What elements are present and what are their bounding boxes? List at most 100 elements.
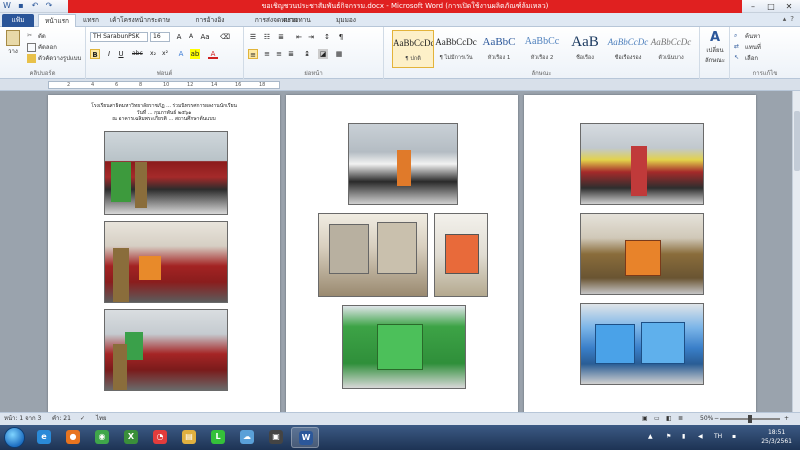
tab-file[interactable]: แฟ้ม [2,14,34,27]
style-heading-2[interactable]: AaBbCc หัวเรื่อง 2 [521,30,563,68]
font-name-box[interactable]: TH SarabunPSK [90,32,148,42]
taskbar-explorer-button[interactable]: ▤ [175,427,203,448]
save-icon[interactable]: ▪ [16,1,26,11]
vertical-scrollbar[interactable] [792,91,800,412]
tray-extra-icon[interactable]: ▪ [732,433,736,440]
borders-icon[interactable]: ▦ [334,49,344,59]
undo-icon[interactable]: ↶ [30,1,40,11]
start-button[interactable] [4,427,25,448]
bold-button[interactable]: B [90,49,100,59]
zoom-out-icon[interactable]: − [714,413,719,425]
change-case-icon[interactable]: Aa [200,32,210,42]
scrollbar-thumb[interactable] [794,111,800,171]
photo-group-visit[interactable] [348,123,458,205]
page-1[interactable]: โรงเรียนสาธิตมหาวิทยาลัยราชภัฏ ... ร่วมน… [48,95,280,412]
multilevel-list-icon[interactable]: ≣ [276,32,286,42]
numbering-icon[interactable]: ☷ [262,32,272,42]
minimize-ribbon-icon[interactable]: ▴ [783,15,787,23]
minimize-button[interactable]: – [744,0,762,13]
change-styles-button[interactable]: A เปลี่ยน ลักษณะ [702,30,728,65]
tray-flag-icon[interactable]: ⚑ [666,433,671,440]
outline-icon[interactable]: ≣ [678,413,683,425]
select-button[interactable]: ↖ เลือก [734,53,758,63]
tray-arrow-icon[interactable]: ▲ [648,433,653,440]
word-count[interactable]: คำ: 21 [52,413,71,425]
tab-insert[interactable]: แทรก [80,14,102,27]
strikethrough-button[interactable]: abc [132,49,143,59]
photo-scouts-display[interactable] [580,213,704,295]
style-normal[interactable]: AaBbCcDc ¶ ปกติ [392,30,434,68]
replace-button[interactable]: ⇄ แทนที่ [734,42,761,52]
clock[interactable]: 18:51 25/3/2561 [761,428,792,446]
language-indicator[interactable]: ไทย [96,413,107,425]
tab-references[interactable]: การอ้างอิง [192,14,228,27]
photo-project-board-2[interactable] [434,213,488,297]
input-lang-indicator[interactable]: TH [714,433,722,440]
web-layout-icon[interactable]: ◧ [666,413,672,425]
style-no-spacing[interactable]: AaBbCcDc ¶ ไม่มีการเว้น [435,30,477,68]
cut-button[interactable]: ✂ ตัด [27,31,46,41]
tab-view[interactable]: มุมมอง [332,14,360,27]
style-heading-1[interactable]: AaBbC หัวเรื่อง 1 [478,30,520,68]
grow-font-icon[interactable]: A [174,32,184,42]
copy-button[interactable]: คัดลอก [27,42,57,52]
print-layout-icon[interactable]: ▣ [642,413,648,425]
superscript-button[interactable]: x² [160,49,170,59]
shading-icon[interactable]: ◪ [318,49,328,59]
page-3[interactable] [524,95,756,412]
maximize-button[interactable]: □ [762,0,780,13]
taskbar-app-o-button[interactable]: ◔ [146,427,174,448]
bullets-icon[interactable]: ☰ [248,32,258,42]
taskbar-network-button[interactable]: ☁ [233,427,261,448]
find-button[interactable]: ⌕ ค้นหา [734,31,760,41]
italic-button[interactable]: I [104,49,114,59]
photo-students-exhibit-1[interactable] [104,131,228,215]
photo-project-board-1[interactable] [318,213,428,297]
word-app-icon[interactable]: W [2,1,12,11]
redo-icon[interactable]: ↷ [44,1,54,11]
page-count[interactable]: หน้า: 1 จาก 3 [4,413,41,425]
clear-format-icon[interactable]: ⌫ [220,32,230,42]
underline-button[interactable]: U [116,49,126,59]
text-effects-icon[interactable]: A [176,49,186,59]
network-icon[interactable]: ▮ [682,433,685,440]
close-button[interactable]: ✕ [780,0,798,13]
proofing-icon[interactable]: ✓ [80,413,85,425]
align-center-button[interactable]: ≡ [262,49,272,59]
taskbar-chrome-button[interactable]: ◉ [88,427,116,448]
shrink-font-icon[interactable]: A [186,32,196,42]
taskbar-media-button[interactable]: ▣ [262,427,290,448]
justify-button[interactable]: ≣ [286,49,296,59]
taskbar-excel-tool-button[interactable]: X [117,427,145,448]
page-1-caption[interactable]: โรงเรียนสาธิตมหาวิทยาลัยราชภัฏ ... ร่วมน… [48,103,280,123]
font-size-box[interactable]: 16 [150,32,170,42]
highlight-icon[interactable]: ab [190,49,200,59]
photo-students-exhibit-2[interactable] [104,221,228,303]
format-painter-button[interactable]: ตัวคัดวางรูปแบบ [27,53,81,63]
tab-page-layout[interactable]: เค้าโครงหน้ากระดาษ [108,14,172,27]
paste-button[interactable]: วาง [4,30,22,60]
help-icon[interactable]: ? [790,15,794,23]
photo-visitors-booth[interactable] [580,123,704,205]
taskbar-firefox-button[interactable]: ● [59,427,87,448]
full-screen-icon[interactable]: ▭ [654,413,660,425]
subscript-button[interactable]: x₂ [148,49,158,59]
ruler-bar[interactable]: 2 4 6 8 10 12 14 16 18 [48,81,280,89]
align-right-button[interactable]: ≡ [274,49,284,59]
volume-icon[interactable]: ◀ [698,433,703,440]
zoom-level[interactable]: 50% [700,413,713,425]
photo-green-display[interactable] [342,305,466,389]
zoom-slider-knob[interactable] [748,415,752,423]
increase-indent-icon[interactable]: ⇥ [306,32,316,42]
horizontal-ruler[interactable]: 2 4 6 8 10 12 14 16 18 [0,79,800,91]
style-title[interactable]: AaB ชื่อเรื่อง [564,30,606,68]
show-marks-icon[interactable]: ¶ [336,32,346,42]
photo-blue-display[interactable] [580,303,704,385]
zoom-in-icon[interactable]: + [784,413,789,425]
decrease-indent-icon[interactable]: ⇤ [294,32,304,42]
taskbar-line-button[interactable]: L [204,427,232,448]
taskbar-ie-button[interactable]: e [30,427,58,448]
tab-review[interactable]: ตรวจทาน [282,14,312,27]
style-subtle-emphasis[interactable]: AaBbCcDc ตัวเน้นบาง [650,30,692,68]
align-left-button[interactable]: ≡ [248,49,258,59]
